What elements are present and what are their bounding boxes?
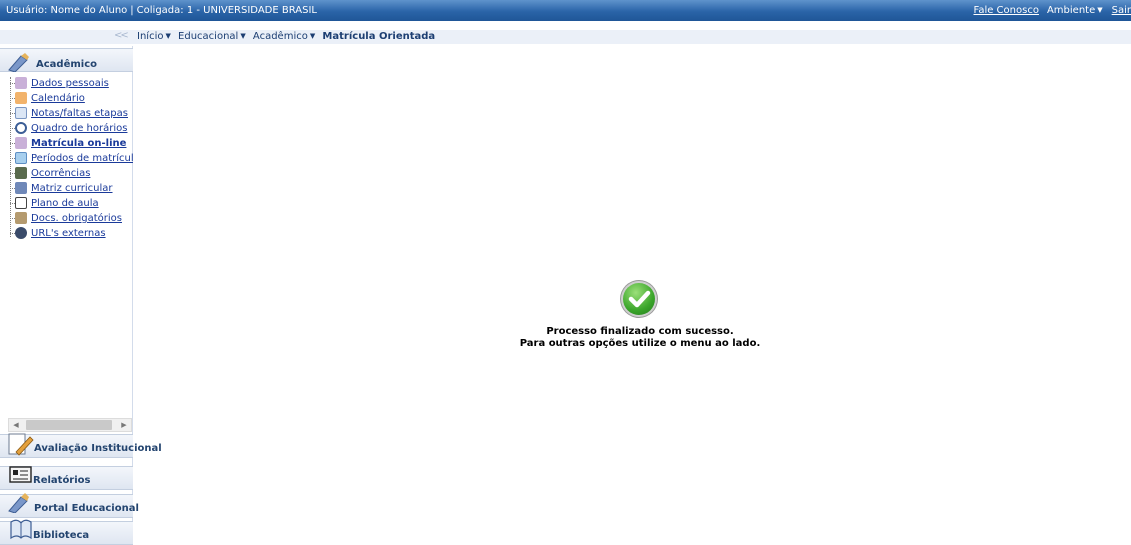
menu-item-calendario[interactable]: Calendário (10, 91, 133, 106)
enrollment-icon (15, 137, 27, 149)
top-bar: Usuário: Nome do Aluno | Coligada: 1 - UNI… (0, 0, 1131, 21)
calendar-icon (15, 92, 27, 104)
success-check-icon (623, 283, 655, 315)
contact-link[interactable]: Fale Conosco (973, 5, 1038, 16)
scroll-left-icon[interactable]: ◀ (9, 419, 23, 431)
separator: | (130, 5, 134, 16)
sidebar: Acadêmico Dados pessoais Calendário Nota… (0, 46, 162, 545)
section-relatorios[interactable]: Relatórios (0, 466, 133, 490)
breadcrumb-inicio[interactable]: Início ▼ (137, 31, 175, 42)
clock-icon (15, 122, 27, 134)
library-icon (10, 519, 32, 540)
success-line-1: Processo finalizado com sucesso. (546, 326, 734, 337)
menu-item-notas-faltas[interactable]: Notas/faltas etapas (10, 106, 133, 121)
menu-item-quadro-horarios[interactable]: Quadro de horários (10, 121, 133, 136)
section-academico-label: Acadêmico (36, 59, 98, 70)
chevron-down-icon: ▼ (1097, 6, 1103, 14)
section-relatorios-label: Relatórios (33, 475, 91, 486)
occurrence-pen-icon (15, 167, 27, 179)
section-avaliacao-institucional[interactable]: Avaliação Institucional (0, 433, 162, 458)
chevron-down-icon: ▼ (165, 32, 171, 40)
scroll-thumb[interactable] (26, 420, 112, 430)
coligada-info: Coligada: 1 - UNIVERSIDADE BRASIL (136, 5, 317, 16)
menu-item-urls-externas[interactable]: URL's externas (10, 226, 133, 241)
period-calendar-icon (15, 152, 27, 164)
curriculum-pencil-icon (15, 182, 27, 194)
academic-pencil-icon (8, 53, 29, 72)
section-avaliacao-label: Avaliação Institucional (34, 443, 162, 454)
breadcrumb-academico[interactable]: Acadêmico ▼ (253, 31, 319, 42)
globe-icon (15, 227, 27, 239)
menu-item-ocorrencias[interactable]: Ocorrências (10, 166, 133, 181)
menu-item-docs-obrigatorios[interactable]: Docs. obrigatórios (10, 211, 133, 226)
menu-item-matriz-curricular[interactable]: Matriz curricular (10, 181, 133, 196)
success-line-2: Para outras opções utilize o menu ao lad… (519, 338, 761, 349)
environment-label: Ambiente (1046, 5, 1096, 16)
grades-table-icon (15, 107, 27, 119)
reports-icon (9, 466, 32, 483)
person-icon (15, 77, 27, 89)
chevron-down-icon: ▼ (309, 32, 316, 40)
user-name: Usuário: Nome do Aluno (6, 5, 128, 16)
section-academico[interactable]: Acadêmico (0, 48, 133, 72)
user-info: Usuário: Nome do Aluno | Coligada: 1 - UNI… (6, 5, 317, 16)
collapse-sidebar-icon[interactable]: << (114, 30, 129, 41)
environment-menu[interactable]: Ambiente ▼ (1047, 5, 1103, 16)
breadcrumb-current: Matrícula Orientada (322, 31, 436, 42)
breadcrumb: << Início ▼ Educacional ▼ Acadêmico ▼ Matrí… (0, 30, 1131, 44)
portal-icon (8, 493, 29, 513)
breadcrumb-educacional[interactable]: Educacional ▼ (178, 31, 250, 42)
evaluation-icon (8, 433, 34, 456)
horizontal-scrollbar[interactable]: ◀ ▶ (8, 418, 132, 432)
section-portal-educacional[interactable]: Portal Educacional (0, 493, 139, 518)
menu-item-periodos-matricula[interactable]: Períodos de matrícula (10, 151, 133, 166)
section-biblioteca-label: Biblioteca (33, 530, 90, 541)
menu-item-plano-aula[interactable]: Plano de aula (10, 196, 133, 211)
chevron-down-icon: ▼ (240, 32, 246, 40)
book-icon (15, 197, 27, 209)
exit-link[interactable]: Sair (1112, 5, 1131, 16)
section-biblioteca[interactable]: Biblioteca (0, 519, 133, 545)
menu-item-dados-pessoais[interactable]: Dados pessoais (10, 76, 133, 91)
section-portal-label: Portal Educacional (34, 503, 139, 514)
scroll-right-icon[interactable]: ▶ (117, 419, 131, 431)
menu-item-matricula-online[interactable]: Matrícula on-line (10, 136, 133, 151)
documents-icon (15, 212, 27, 224)
